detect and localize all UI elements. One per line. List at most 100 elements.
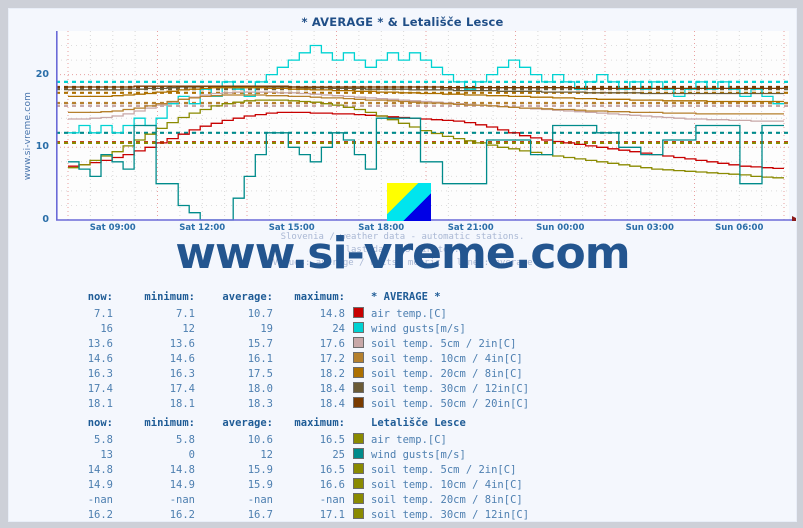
cell-now: -nan <box>87 493 113 506</box>
cell-now: 17.4 <box>87 382 113 395</box>
table-row: 13 0 12 25 wind gusts[m/s] <box>51 447 529 462</box>
series-label-text: soil temp. 50cm / 20in[C] <box>371 398 530 410</box>
cell-min: -nan <box>169 493 195 506</box>
table-row: 14.8 14.8 15.9 16.5 soil temp. 5cm / 2in[C] <box>51 462 529 477</box>
header-average: average: <box>222 417 273 429</box>
cell-now: 14.8 <box>87 463 113 476</box>
header-minimum: minimum: <box>144 417 195 429</box>
cell-now: 16.3 <box>87 367 113 380</box>
page-title: * AVERAGE * & Letališče Lesce <box>301 15 504 29</box>
cell-avg: -nan <box>247 493 273 506</box>
vertical-site-watermark: www.si-vreme.com <box>23 91 33 181</box>
series-color-swatch-icon <box>353 337 364 348</box>
cell-max: 24 <box>332 322 345 335</box>
header-station-name: * AVERAGE * <box>371 291 441 303</box>
cell-min: 0 <box>188 448 195 461</box>
header-station-name: Letališče Lesce <box>371 417 466 429</box>
series-label-text: soil temp. 10cm / 4in[C] <box>371 353 523 365</box>
series-label: soil temp. 50cm / 20in[C] <box>345 396 529 411</box>
header-average: average: <box>222 291 273 303</box>
header-now: now: <box>87 291 113 303</box>
stats-table-body: 5.8 5.8 10.6 16.5 air temp.[C] 13 0 12 25 wind gu… <box>51 432 530 521</box>
table-row: 13.6 13.6 15.7 17.6 soil temp. 5cm / 2in[C] <box>51 336 529 351</box>
series-label: soil temp. 30cm / 12in[C] <box>345 507 530 521</box>
cell-avg: 18.0 <box>247 382 273 395</box>
series-color-swatch-icon <box>353 493 364 504</box>
cell-max: 16.5 <box>319 463 345 476</box>
cell-now: 14.6 <box>87 352 113 365</box>
cell-avg: 16.1 <box>247 352 273 365</box>
cell-avg: 15.9 <box>247 463 273 476</box>
cell-now: 16.2 <box>87 508 113 521</box>
series-label-text: soil temp. 30cm / 12in[C] <box>371 509 530 521</box>
series-label: wind gusts[m/s] <box>345 447 529 462</box>
series-color-swatch-icon <box>353 367 364 378</box>
cell-min: 18.1 <box>169 397 195 410</box>
series-color-swatch-icon <box>353 478 364 489</box>
cell-avg: 18.3 <box>247 397 273 410</box>
stats-table-lesce: now: minimum: average: maximum: Letališč… <box>51 417 530 521</box>
table-row: 16.2 16.2 16.7 17.1 soil temp. 30cm / 12in[C… <box>51 507 530 521</box>
cell-max: 18.4 <box>319 397 345 410</box>
y-tick-label: 20 <box>35 68 49 80</box>
cell-min: 14.8 <box>169 463 195 476</box>
cell-min: 12 <box>182 322 195 335</box>
series-label-text: soil temp. 20cm / 8in[C] <box>371 494 523 506</box>
series-label-text: wind gusts[m/s] <box>371 449 466 461</box>
series-label: soil temp. 20cm / 8in[C] <box>345 492 529 507</box>
series-label-text: soil temp. 10cm / 4in[C] <box>371 479 523 491</box>
series-label-text: soil temp. 20cm / 8in[C] <box>371 368 523 380</box>
cell-avg: 15.9 <box>247 478 273 491</box>
series-color-swatch-icon <box>353 508 364 519</box>
series-label: soil temp. 30cm / 12in[C] <box>345 381 529 396</box>
series-color-swatch-icon <box>353 322 364 333</box>
header-minimum: minimum: <box>144 291 195 303</box>
cell-avg: 17.5 <box>247 367 273 380</box>
table-row: 7.1 7.1 10.7 14.8 air temp.[C] <box>51 306 529 321</box>
cell-avg: 10.6 <box>247 433 273 446</box>
cell-max: 18.4 <box>319 382 345 395</box>
cell-max: -nan <box>319 493 345 506</box>
cell-now: 7.1 <box>94 307 113 320</box>
cell-max: 18.2 <box>319 367 345 380</box>
series-color-swatch-icon <box>353 352 364 363</box>
series-label-text: soil temp. 5cm / 2in[C] <box>371 338 517 350</box>
series-label: soil temp. 5cm / 2in[C] <box>345 336 529 351</box>
cell-now: 13.6 <box>87 337 113 350</box>
cell-avg: 15.7 <box>247 337 273 350</box>
cell-min: 17.4 <box>169 382 195 395</box>
series-label: soil temp. 5cm / 2in[C] <box>345 462 529 477</box>
table-row: 14.6 14.6 16.1 17.2 soil temp. 10cm / 4in[C] <box>51 351 529 366</box>
stats-table-body: 7.1 7.1 10.7 14.8 air temp.[C] 16 12 19 24 wind g… <box>51 306 529 411</box>
table-row: 18.1 18.1 18.3 18.4 soil temp. 50cm / 20in[C… <box>51 396 529 411</box>
cell-now: 13 <box>100 448 113 461</box>
cell-max: 16.6 <box>319 478 345 491</box>
series-label: air temp.[C] <box>345 432 529 447</box>
table-row: 5.8 5.8 10.6 16.5 air temp.[C] <box>51 432 529 447</box>
cell-min: 16.2 <box>169 508 195 521</box>
series-label: wind gusts[m/s] <box>345 321 529 336</box>
cell-min: 5.8 <box>176 433 195 446</box>
header-maximum: maximum: <box>294 417 345 429</box>
cell-min: 14.6 <box>169 352 195 365</box>
cell-min: 7.1 <box>176 307 195 320</box>
table-row: 16 12 19 24 wind gusts[m/s] <box>51 321 529 336</box>
cell-max: 17.1 <box>319 508 345 521</box>
table-row: -nan -nan -nan -nan soil temp. 20cm / 8in[C] <box>51 492 529 507</box>
y-tick-label: 10 <box>35 141 49 153</box>
series-color-swatch-icon <box>353 382 364 393</box>
cell-max: 16.5 <box>319 433 345 446</box>
cell-min: 14.9 <box>169 478 195 491</box>
cell-avg: 16.7 <box>247 508 273 521</box>
cell-avg: 19 <box>260 322 273 335</box>
cell-max: 14.8 <box>319 307 345 320</box>
cell-now: 18.1 <box>87 397 113 410</box>
table-row: 17.4 17.4 18.0 18.4 soil temp. 30cm / 12in[C… <box>51 381 529 396</box>
series-color-swatch-icon <box>353 433 364 444</box>
series-color-swatch-icon <box>353 463 364 474</box>
cell-max: 17.2 <box>319 352 345 365</box>
table-row: 14.9 14.9 15.9 16.6 soil temp. 10cm / 4in[C] <box>51 477 529 492</box>
series-color-swatch-icon <box>353 397 364 408</box>
cell-now: 16 <box>100 322 113 335</box>
cell-avg: 10.7 <box>247 307 273 320</box>
